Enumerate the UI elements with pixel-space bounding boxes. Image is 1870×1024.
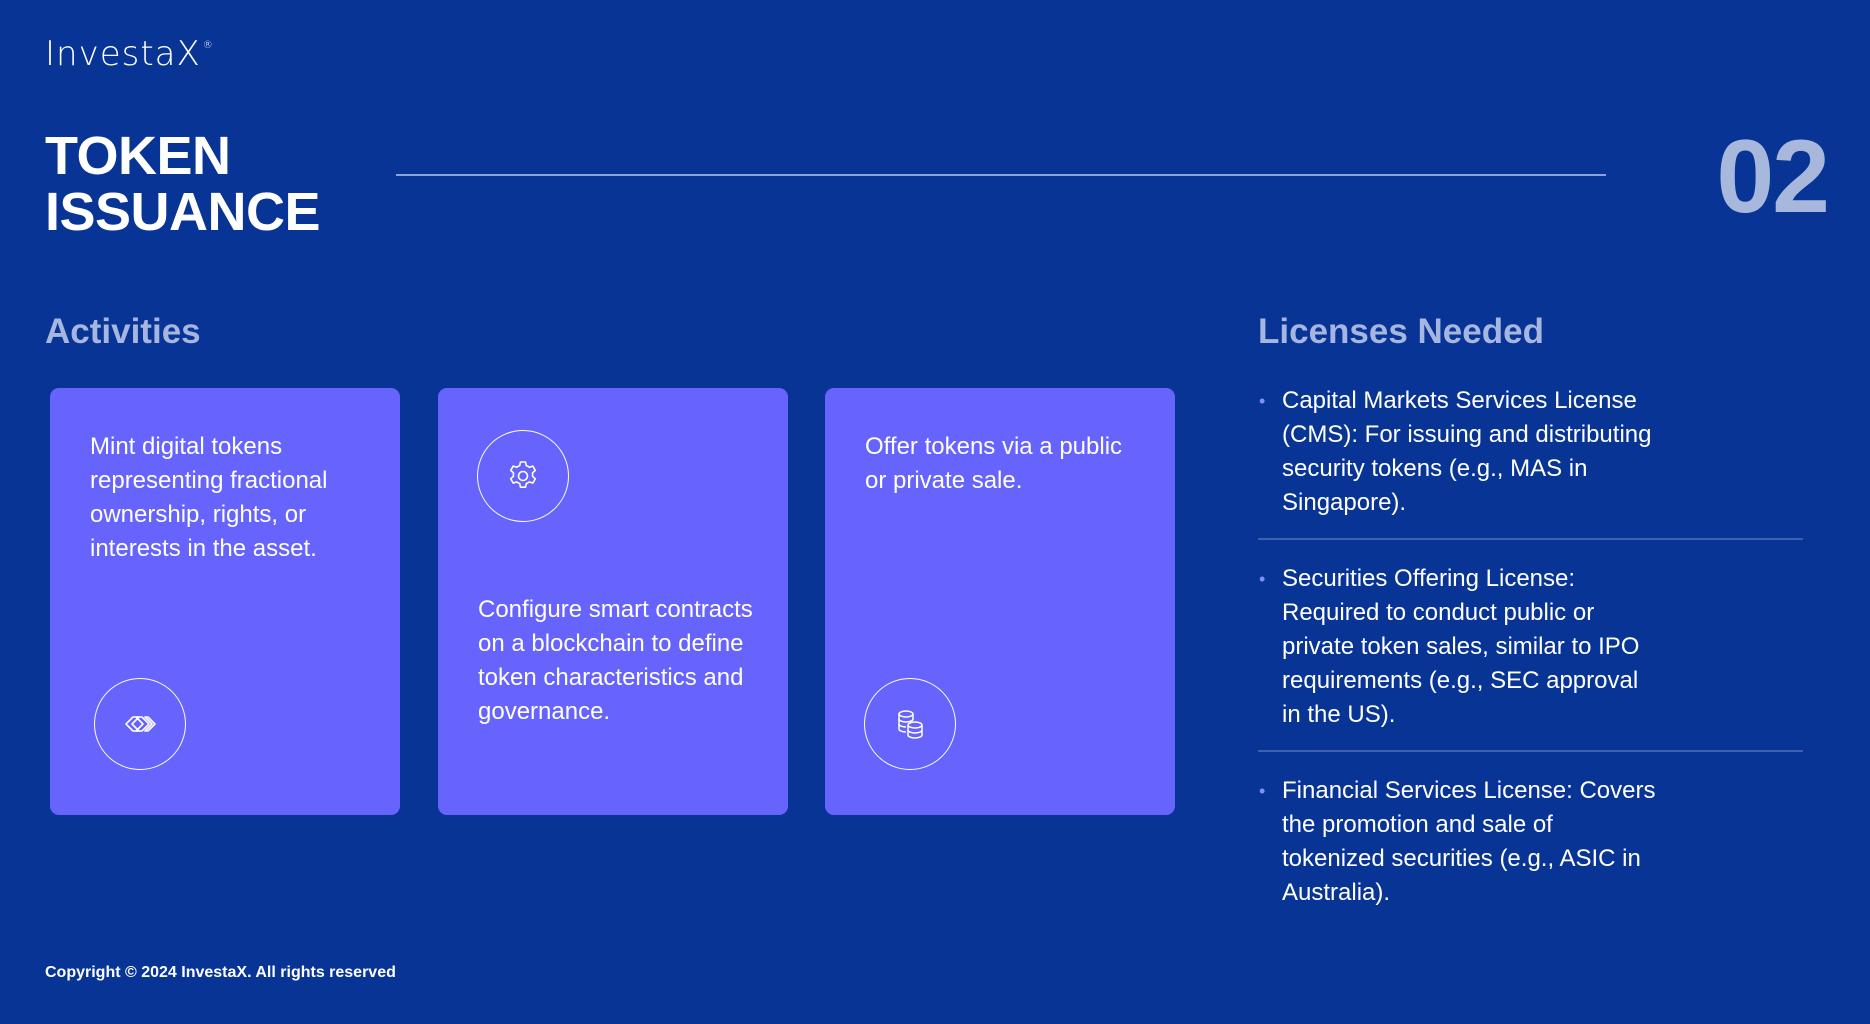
activity-card-text: Configure smart contracts on a blockchai… — [478, 596, 753, 725]
logo-text: InvestaX — [45, 34, 201, 74]
bullet: • — [1259, 569, 1266, 589]
activity-card-text: Offer tokens via a public or private sal… — [865, 433, 1123, 494]
activity-card-offer: Offer tokens via a public or private sal… — [825, 388, 1175, 815]
chevrons-icon — [94, 678, 186, 770]
activities-heading: Activities — [45, 312, 201, 351]
bullet: • — [1259, 781, 1266, 801]
activity-card-mint: Mint digital tokens representing fractio… — [50, 388, 400, 815]
registered-mark: ® — [202, 40, 214, 51]
license-text: Capital Markets Services License (CMS): … — [1282, 387, 1652, 516]
gear-icon — [477, 430, 569, 522]
license-item-securities-offering: • Securities Offering License: Required … — [1258, 562, 1803, 752]
copyright-notice: Copyright © 2024 InvestaX. All rights re… — [45, 964, 396, 981]
licenses-heading: Licenses Needed — [1258, 312, 1544, 351]
activity-card-text: Mint digital tokens representing fractio… — [90, 433, 328, 562]
page-title: TOKEN ISSUANCE — [45, 126, 321, 242]
activity-card-configure: Configure smart contracts on a blockchai… — [438, 388, 788, 815]
licenses-list: • Capital Markets Services License (CMS)… — [1258, 384, 1803, 950]
page-title-line-2: ISSUANCE — [45, 182, 321, 242]
license-item-financial-services: • Financial Services License: Covers the… — [1258, 774, 1803, 928]
page-title-line-1: TOKEN — [45, 126, 231, 186]
header-divider — [396, 174, 1606, 176]
license-text: Financial Services License: Covers the p… — [1282, 777, 1656, 906]
investax-logo: InvestaX ® — [45, 34, 214, 74]
section-number: 02 — [1716, 119, 1830, 235]
bullet: • — [1259, 391, 1266, 411]
coins-icon — [864, 678, 956, 770]
license-item-cms: • Capital Markets Services License (CMS)… — [1258, 384, 1803, 540]
license-text: Securities Offering License: Required to… — [1282, 565, 1640, 728]
